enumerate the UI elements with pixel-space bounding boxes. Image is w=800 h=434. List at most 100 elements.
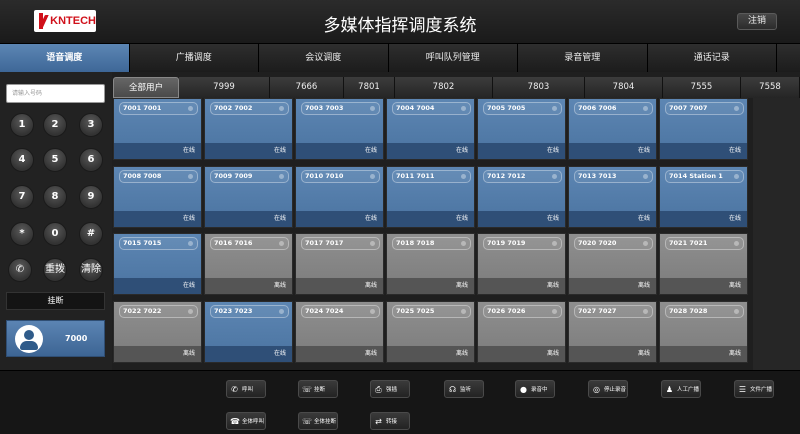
stop-recording-button[interactable]: ◎ 停止录音 [588, 380, 628, 398]
key-star[interactable]: * [10, 222, 34, 246]
extension-tile[interactable]: 7019 7019 离线 [477, 233, 566, 295]
extension-tile[interactable]: 7012 7012 在线 [477, 166, 566, 228]
extension-tile[interactable]: 7002 7002 在线 [204, 98, 293, 160]
extension-name: 7002 7002 [210, 102, 289, 115]
extension-tile[interactable]: 7022 7022 离线 [113, 301, 202, 363]
extension-tile[interactable]: 7021 7021 离线 [659, 233, 748, 295]
transfer-button-label: 转接 [386, 419, 398, 425]
nav-call-records[interactable]: 通话记录 [647, 44, 777, 72]
extension-tile[interactable]: 7003 7003 在线 [295, 98, 384, 160]
extension-status: 离线 [660, 278, 747, 294]
nav-conference-dispatch[interactable]: 会议调度 [259, 44, 389, 72]
key-4[interactable]: 4 [10, 148, 34, 172]
tab-group-7555[interactable]: 7555 [663, 77, 741, 98]
key-8[interactable]: 8 [43, 185, 67, 209]
key-3[interactable]: 3 [79, 113, 103, 137]
extension-tile[interactable]: 7004 7004 在线 [386, 98, 475, 160]
nav-recording-management[interactable]: 录音管理 [518, 44, 648, 72]
key-9[interactable]: 9 [79, 185, 103, 209]
tab-group-7801[interactable]: 7801 [344, 77, 395, 98]
manual-broadcast-button-label: 人工广播 [677, 387, 700, 393]
extension-name-text: 7001 7001 [123, 104, 162, 112]
tab-all-users[interactable]: 全部用户 [113, 77, 179, 98]
group-hangup-button-label: 全体挂断 [314, 419, 337, 425]
extension-tile[interactable]: 7018 7018 离线 [386, 233, 475, 295]
clear-key[interactable]: 清除 [79, 258, 103, 282]
manual-broadcast-button[interactable]: ♟ 人工广播 [661, 380, 701, 398]
extension-name-text: 7016 7016 [214, 239, 253, 247]
group-hangup-button[interactable]: ☏ 全体挂断 [298, 412, 338, 430]
key-1[interactable]: 1 [10, 113, 34, 137]
call-key[interactable]: ✆ [8, 258, 32, 282]
extension-tile[interactable]: 7015 7015 在线 [113, 233, 202, 295]
nav-broadcast-dispatch[interactable]: 广播调度 [129, 44, 259, 72]
tab-group-7558[interactable]: 7558 [741, 77, 800, 98]
extension-tile[interactable]: 7010 7010 在线 [295, 166, 384, 228]
extension-name-text: 7027 7027 [578, 307, 617, 315]
tab-group-7802[interactable]: 7802 [395, 77, 493, 98]
extension-tile[interactable]: 7020 7020 离线 [568, 233, 657, 295]
tab-group-7803[interactable]: 7803 [493, 77, 585, 98]
key-7[interactable]: 7 [10, 185, 34, 209]
key-0[interactable]: 0 [43, 222, 67, 246]
extension-tile[interactable]: 7007 7007 在线 [659, 98, 748, 160]
extension-tile[interactable]: 7028 7028 离线 [659, 301, 748, 363]
redial-key[interactable]: 重拨 [43, 258, 67, 282]
main-nav: 语音调度 广播调度 会议调度 呼叫队列管理 录音管理 通话记录 [0, 44, 800, 72]
transfer-button[interactable]: ⇄ 转接 [370, 412, 410, 430]
key-hash[interactable]: # [79, 222, 103, 246]
extension-name-text: 7028 7028 [669, 307, 708, 315]
extension-tile[interactable]: 7013 7013 在线 [568, 166, 657, 228]
extension-tile[interactable]: 7017 7017 离线 [295, 233, 384, 295]
extension-tile[interactable]: 7027 7027 离线 [568, 301, 657, 363]
status-dot-icon [279, 309, 284, 314]
group-call-button[interactable]: ☎ 全体呼叫 [226, 412, 266, 430]
number-input[interactable]: 请输入号码 [6, 84, 105, 103]
hangup-bar[interactable]: 挂断 [6, 292, 105, 310]
call-button[interactable]: ✆ 呼叫 [226, 380, 266, 398]
extension-tile[interactable]: 7009 7009 在线 [204, 166, 293, 228]
logout-button[interactable]: 注销 [737, 13, 777, 30]
extension-tile[interactable]: 7023 7023 在线 [204, 301, 293, 363]
extension-tile[interactable]: 7014 Station 1 在线 [659, 166, 748, 228]
tab-group-7666[interactable]: 7666 [270, 77, 344, 98]
status-dot-icon [370, 174, 375, 179]
extension-status: 离线 [478, 346, 565, 362]
extension-tile[interactable]: 7006 7006 在线 [568, 98, 657, 160]
extension-status: 在线 [569, 143, 656, 159]
dialpad-panel: 请输入号码 1 2 3 4 5 6 7 8 9 * 0 # ✆ 重拨 清除 挂断… [0, 72, 112, 370]
tab-group-7999[interactable]: 7999 [179, 77, 270, 98]
monitor-button[interactable]: ☊ 监听 [444, 380, 484, 398]
extension-name: 7003 7003 [301, 102, 380, 115]
key-5[interactable]: 5 [43, 148, 67, 172]
extension-status: 在线 [205, 211, 292, 227]
extension-tile[interactable]: 7024 7024 离线 [295, 301, 384, 363]
status-dot-icon [552, 309, 557, 314]
extension-name: 7011 7011 [392, 170, 471, 183]
extension-status: 离线 [205, 278, 292, 294]
barge-in-button[interactable]: ⎙ 强插 [370, 380, 410, 398]
extension-tile[interactable]: 7026 7026 离线 [477, 301, 566, 363]
extension-name-text: 7003 7003 [305, 104, 344, 112]
extension-tile[interactable]: 7011 7011 在线 [386, 166, 475, 228]
extension-tile[interactable]: 7016 7016 离线 [204, 233, 293, 295]
extension-tile[interactable]: 7005 7005 在线 [477, 98, 566, 160]
key-2[interactable]: 2 [43, 113, 67, 137]
hangup-button[interactable]: ☏ 挂断 [298, 380, 338, 398]
extension-name-text: 7006 7006 [578, 104, 617, 112]
self-extension-card[interactable]: 7000 [6, 320, 105, 357]
key-6[interactable]: 6 [79, 148, 103, 172]
nav-voice-dispatch[interactable]: 语音调度 [0, 44, 130, 72]
recording-button[interactable]: ● 录音中 [515, 380, 555, 398]
extension-tile[interactable]: 7008 7008 在线 [113, 166, 202, 228]
extension-status: 在线 [478, 143, 565, 159]
status-dot-icon [643, 106, 648, 111]
tab-group-7804[interactable]: 7804 [585, 77, 663, 98]
status-dot-icon [370, 241, 375, 246]
nav-call-queue[interactable]: 呼叫队列管理 [388, 44, 518, 72]
extension-tile[interactable]: 7025 7025 离线 [386, 301, 475, 363]
extension-name: 7019 7019 [483, 237, 562, 250]
extension-status: 离线 [478, 278, 565, 294]
extension-tile[interactable]: 7001 7001 在线 [113, 98, 202, 160]
file-broadcast-button[interactable]: ☰ 文件广播 [734, 380, 774, 398]
